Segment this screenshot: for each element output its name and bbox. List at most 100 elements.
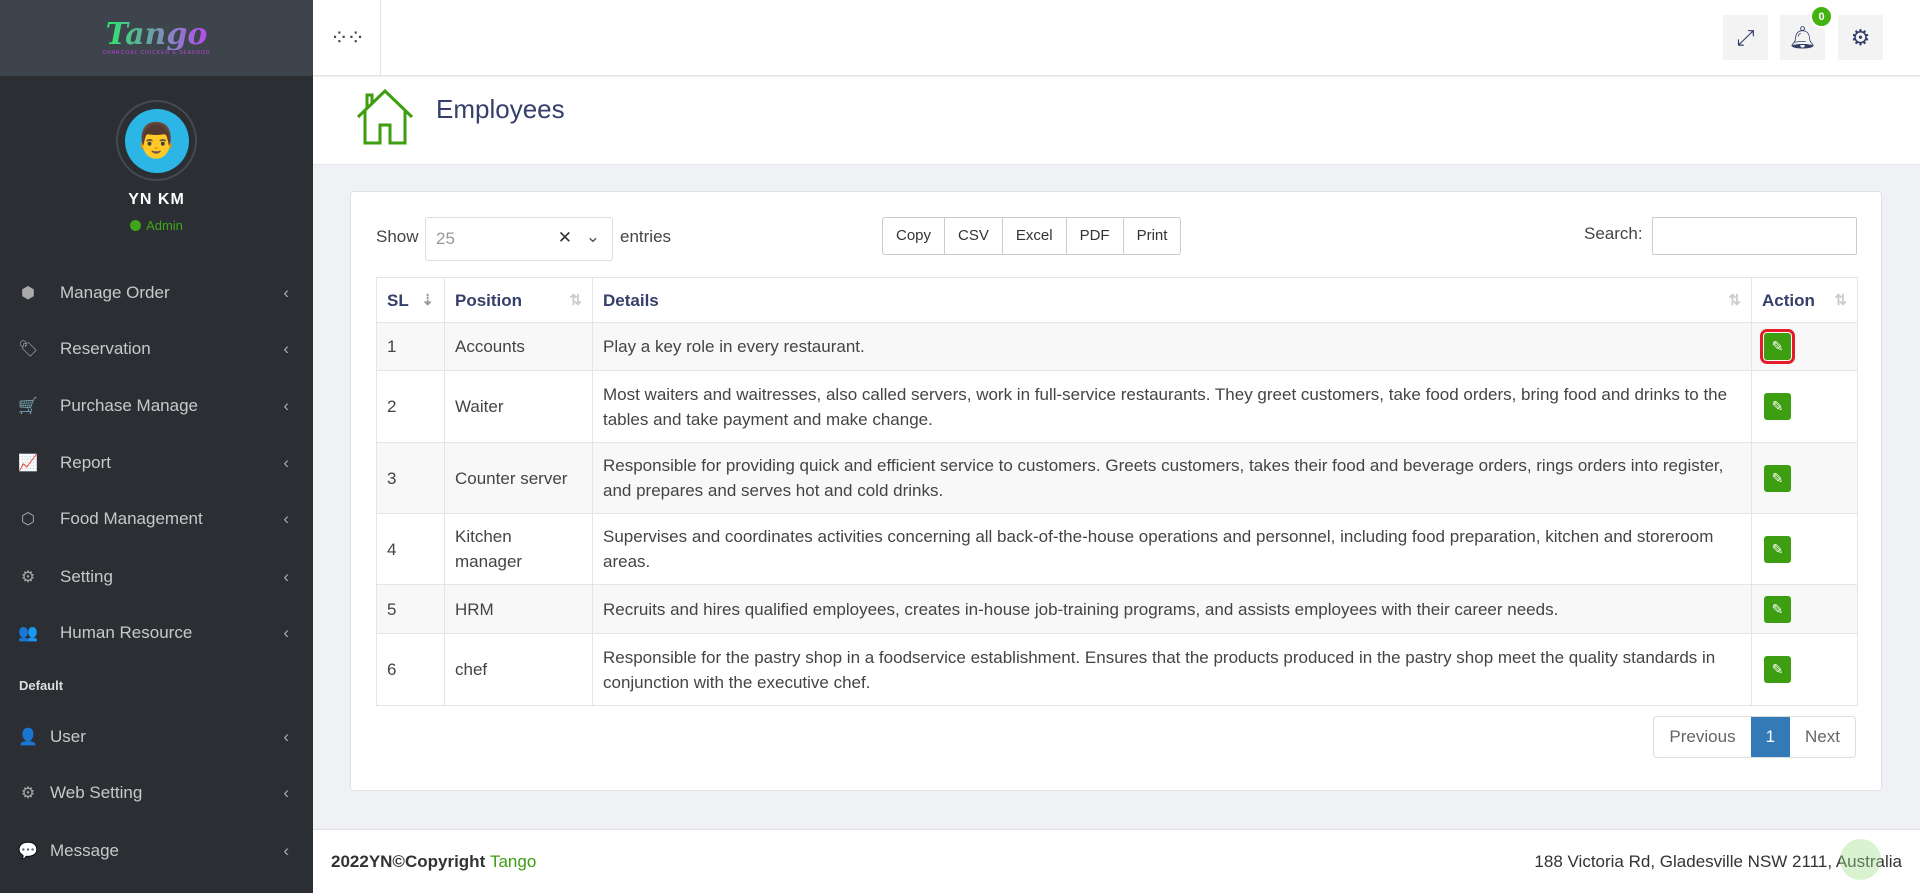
pencil-icon: ✎ bbox=[1771, 540, 1784, 557]
logo[interactable]: Tango CHARCOAL CHICKEN & SEAFOOD bbox=[0, 0, 313, 76]
column-header-sl[interactable]: SL ⇣ bbox=[376, 277, 445, 323]
chevron-left-icon: ‹ bbox=[283, 727, 289, 746]
sidebar-item-label: Message bbox=[50, 841, 119, 860]
copy-button[interactable]: Copy bbox=[883, 218, 946, 254]
cell-details: Play a key role in every restaurant. bbox=[592, 322, 1752, 371]
page-title: Employees bbox=[436, 94, 565, 124]
gear-icon: ⚙ bbox=[20, 785, 36, 802]
sidebar-item-web-setting[interactable]: ⚙ Web Setting ‹ bbox=[0, 773, 313, 813]
tags-icon: 🏷 bbox=[18, 341, 39, 358]
print-button[interactable]: Print bbox=[1124, 218, 1181, 254]
sidebar-item-manage-order[interactable]: ⬢ Manage Order ‹ bbox=[0, 273, 313, 313]
pencil-icon: ✎ bbox=[1771, 600, 1784, 617]
role-label: Admin bbox=[146, 218, 183, 233]
edit-button[interactable]: ✎ bbox=[1764, 595, 1791, 623]
sidebar-item-label: User bbox=[50, 727, 86, 746]
notification-count-badge: 0 bbox=[1810, 5, 1833, 28]
export-buttons: Copy CSV Excel PDF Print bbox=[882, 217, 1182, 255]
cell-sl: 2 bbox=[376, 370, 445, 443]
pagination: Previous 1 Next bbox=[1653, 716, 1856, 758]
excel-button[interactable]: Excel bbox=[1003, 218, 1067, 254]
chevron-left-icon: ‹ bbox=[283, 509, 289, 528]
sidebar-item-label: Human Resource bbox=[60, 623, 193, 642]
sidebar-item-report[interactable]: 📈 Report ‹ bbox=[0, 443, 313, 483]
column-header-action[interactable]: Action ⇅ bbox=[1751, 277, 1858, 323]
entries-label: entries bbox=[620, 227, 672, 246]
cell-action: ✎ bbox=[1751, 633, 1858, 706]
chevron-left-icon: ‹ bbox=[283, 567, 289, 586]
pencil-icon: ✎ bbox=[1771, 661, 1784, 677]
sidebar-item-label: Setting bbox=[60, 567, 113, 586]
sidebar-item-label: Web Setting bbox=[50, 783, 143, 802]
sidebar-item-label: Manage Order bbox=[60, 283, 170, 302]
footer-brand-link[interactable]: Tango bbox=[490, 852, 536, 871]
table-row: 6 chef Responsible for the pastry shop i… bbox=[376, 633, 1858, 706]
topbar: ⁘⁘ bbox=[313, 0, 1920, 76]
edit-button[interactable]: ✎ bbox=[1764, 464, 1791, 492]
copyright-text: 2022YN©Copyright bbox=[331, 852, 486, 871]
show-label: Show bbox=[376, 227, 419, 246]
cell-details: Recruits and hires qualified employees, … bbox=[592, 584, 1752, 634]
clear-icon[interactable]: ✕ bbox=[558, 228, 572, 248]
pencil-icon: ✎ bbox=[1771, 338, 1784, 354]
chevron-left-icon: ‹ bbox=[283, 339, 289, 358]
previous-page-button[interactable]: Previous bbox=[1654, 717, 1750, 757]
sidebar-item-label: Report bbox=[60, 453, 112, 472]
edit-button[interactable]: ✎ bbox=[1764, 393, 1791, 420]
cell-sl: 3 bbox=[376, 442, 445, 514]
table-row: 2 Waiter Most waiters and waitresses, al… bbox=[376, 370, 1858, 443]
search-input[interactable] bbox=[1652, 217, 1857, 255]
fullscreen-button[interactable]: ⤢ bbox=[1723, 15, 1768, 60]
user-icon: 👤 bbox=[18, 729, 38, 746]
table-row: 4 Kitchen manager Supervises and coordin… bbox=[376, 513, 1858, 585]
scroll-to-top-button[interactable] bbox=[1840, 839, 1881, 880]
edit-button[interactable]: ✎ bbox=[1764, 656, 1791, 683]
sidebar-item-setting[interactable]: ⚙ Setting ‹ bbox=[0, 557, 313, 597]
page-header: Employees bbox=[313, 77, 1920, 165]
cell-action: ✎ bbox=[1751, 442, 1858, 514]
cell-action: ✎ bbox=[1751, 513, 1858, 585]
pencil-icon: ✎ bbox=[1771, 398, 1784, 414]
cell-details: Responsible for providing quick and effi… bbox=[592, 442, 1752, 514]
cell-sl: 6 bbox=[376, 633, 445, 706]
sidebar-item-purchase-manage[interactable]: 🛒 Purchase Manage ‹ bbox=[0, 386, 313, 426]
sort-icon: ⇅ bbox=[569, 291, 582, 309]
home-icon bbox=[356, 88, 414, 145]
page-1-button[interactable]: 1 bbox=[1750, 717, 1791, 757]
hexagon-icon: ⬢ bbox=[21, 285, 35, 302]
sidebar-item-food-management[interactable]: ⬡ Food Management ‹ bbox=[0, 499, 313, 539]
column-header-position[interactable]: Position ⇅ bbox=[444, 277, 593, 323]
sidebar-item-human-resource[interactable]: 👥 Human Resource ‹ bbox=[0, 613, 313, 653]
sidebar-item-message[interactable]: 💬 Message ‹ bbox=[0, 831, 313, 871]
gear-icon: ⚙ bbox=[20, 569, 36, 586]
sort-icon: ⇅ bbox=[1834, 291, 1847, 309]
cell-action: ✎ bbox=[1751, 322, 1858, 371]
apps-grid-button[interactable]: ⁘⁘ bbox=[313, 0, 381, 76]
edit-button[interactable]: ✎ bbox=[1760, 329, 1795, 364]
chevron-left-icon: ‹ bbox=[283, 396, 289, 415]
settings-button[interactable]: ⚙ bbox=[1838, 15, 1883, 60]
employees-card: Show 25 ✕ ⌄ entries Copy CSV Excel PDF Pri… bbox=[350, 191, 1882, 791]
csv-button[interactable]: CSV bbox=[945, 218, 1003, 254]
chevron-left-icon: ‹ bbox=[283, 453, 289, 472]
sidebar-item-label: Food Management bbox=[60, 509, 203, 528]
gear-icon: ⚙ bbox=[1850, 24, 1871, 50]
column-header-details[interactable]: Details ⇅ bbox=[592, 277, 1752, 323]
logo-tagline: CHARCOAL CHICKEN & SEAFOOD bbox=[102, 50, 211, 56]
entries-select[interactable]: 25 ✕ ⌄ bbox=[425, 217, 613, 261]
cell-position: Kitchen manager bbox=[444, 513, 593, 585]
avatar[interactable]: 👨 bbox=[116, 100, 197, 181]
pdf-button[interactable]: PDF bbox=[1067, 218, 1124, 254]
sidebar-item-user[interactable]: 👤 User ‹ bbox=[0, 717, 313, 757]
next-page-button[interactable]: Next bbox=[1790, 717, 1855, 757]
users-icon: 👥 bbox=[18, 625, 38, 642]
cell-action: ✎ bbox=[1751, 370, 1858, 443]
edit-button[interactable]: ✎ bbox=[1764, 535, 1791, 563]
user-name: YN KM bbox=[128, 191, 185, 208]
logo-text: Tango bbox=[105, 17, 208, 52]
header-label: Position bbox=[455, 290, 523, 310]
chart-line-icon: 📈 bbox=[18, 455, 38, 472]
employees-table: SL ⇣ Position ⇅ Details ⇅ Action ⇅ 1 Account… bbox=[376, 277, 1858, 706]
cell-sl: 4 bbox=[376, 513, 445, 585]
sidebar-item-reservation[interactable]: 🏷 Reservation ‹ bbox=[0, 329, 313, 369]
